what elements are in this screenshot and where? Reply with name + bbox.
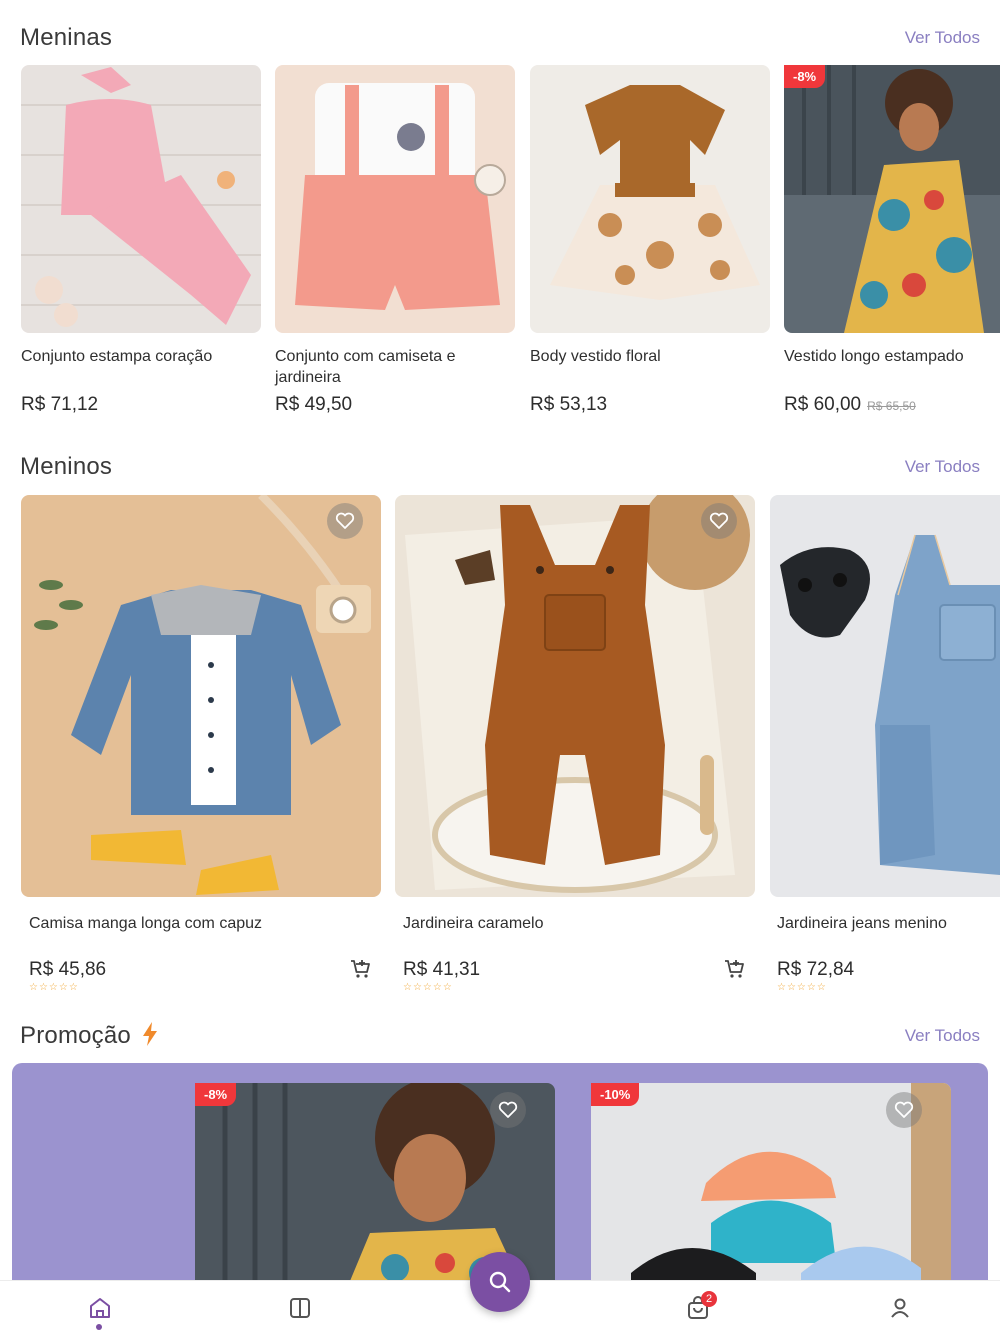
product-image <box>530 65 770 333</box>
favorite-button[interactable] <box>701 503 737 539</box>
see-all-girls-link[interactable]: Ver Todos <box>905 28 980 48</box>
product-price: R$ 60,00 <box>784 394 862 415</box>
catalog-icon <box>290 1298 310 1318</box>
product-card[interactable]: Body vestido floral R$ 53,13 <box>530 65 770 415</box>
rating-stars: ☆☆☆☆☆ <box>29 982 79 993</box>
product-card[interactable]: Conjunto com camiseta e jardineira R$ 49… <box>275 65 515 415</box>
heart-icon <box>894 1101 914 1118</box>
product-card[interactable]: Jardineira caramelo R$ 41,31 ☆☆☆☆☆ <box>395 495 755 1000</box>
section-title-boys: Meninos <box>20 453 113 480</box>
see-all-boys-link[interactable]: Ver Todos <box>905 457 980 477</box>
see-all-promo-link[interactable]: Ver Todos <box>905 1026 980 1046</box>
product-name: Conjunto estampa coração <box>21 348 213 365</box>
nav-home[interactable] <box>86 1294 114 1322</box>
product-name: Vestido longo estampado <box>784 348 964 365</box>
product-image <box>395 495 755 897</box>
product-image <box>21 495 381 897</box>
product-card[interactable]: Conjunto estampa coração R$ 71,12 <box>21 65 261 415</box>
product-name: Conjunto com camiseta e jardineira <box>275 348 456 386</box>
product-card[interactable]: Camisa manga longa com capuz R$ 45,86 ☆☆… <box>21 495 381 1000</box>
product-price-row: R$ 60,00 R$ 65,50 <box>784 394 916 416</box>
product-image <box>275 65 515 333</box>
heart-icon <box>498 1101 518 1118</box>
product-price: R$ 71,12 <box>21 394 99 415</box>
product-price: R$ 49,50 <box>275 394 353 415</box>
product-price: R$ 45,86 <box>29 959 107 980</box>
section-title-promo: Promoção <box>20 1022 158 1050</box>
boys-section-header: Meninos Ver Todos <box>0 453 1000 493</box>
product-price: R$ 72,84 <box>777 959 855 980</box>
product-card[interactable]: -8% Vestido longo estampado R$ 60,00 R$ 6… <box>784 65 1000 415</box>
favorite-button[interactable] <box>327 503 363 539</box>
nav-catalog[interactable] <box>286 1294 314 1322</box>
home-icon <box>90 1298 110 1318</box>
add-to-cart-button[interactable] <box>349 957 373 981</box>
search-button[interactable] <box>470 1252 530 1312</box>
lightning-icon <box>142 1022 157 1046</box>
discount-badge: -8% <box>195 1083 237 1106</box>
product-price: R$ 41,31 <box>403 959 481 980</box>
favorite-button[interactable] <box>490 1092 526 1128</box>
product-name: Jardineira jeans menino <box>777 915 947 932</box>
search-icon <box>489 1271 511 1293</box>
girls-section-header: Meninas Ver Todos <box>0 24 1000 64</box>
cart-count-badge: 2 <box>701 1291 717 1307</box>
product-image <box>770 495 1000 897</box>
product-image <box>784 65 1000 333</box>
product-image <box>21 65 261 333</box>
heart-icon <box>709 512 729 529</box>
add-cart-icon <box>351 960 370 978</box>
active-indicator <box>96 1324 102 1330</box>
old-price: R$ 65,50 <box>867 399 916 413</box>
favorite-button[interactable] <box>886 1092 922 1128</box>
product-name: Jardineira caramelo <box>403 915 544 932</box>
rating-stars: ☆☆☆☆☆ <box>777 982 827 993</box>
product-name: Body vestido floral <box>530 348 661 365</box>
product-card[interactable]: Jardineira jeans menino R$ 72,84 ☆☆☆☆☆ <box>770 495 1000 1000</box>
discount-badge: -8% <box>784 65 826 88</box>
nav-profile[interactable] <box>886 1294 914 1322</box>
promo-section-header: Promoção Ver Todos <box>0 1022 1000 1062</box>
product-name: Camisa manga longa com capuz <box>29 915 263 932</box>
heart-icon <box>335 512 355 529</box>
rating-stars: ☆☆☆☆☆ <box>403 982 453 993</box>
discount-badge: -10% <box>591 1083 640 1106</box>
add-cart-icon <box>725 960 744 978</box>
product-price: R$ 53,13 <box>530 394 608 415</box>
add-to-cart-button[interactable] <box>723 957 747 981</box>
profile-icon <box>891 1298 909 1318</box>
promo-product-card[interactable]: -10% <box>591 1083 951 1293</box>
section-title-girls: Meninas <box>20 24 113 51</box>
